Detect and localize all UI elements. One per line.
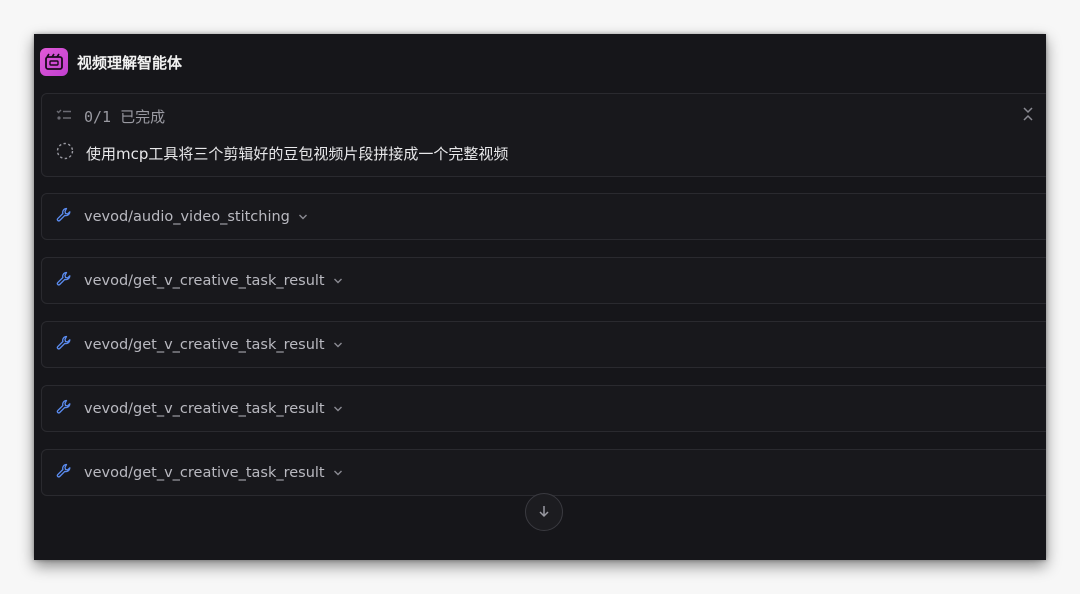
- tool-call-item[interactable]: vevod/get_v_creative_task_result: [41, 321, 1046, 368]
- tool-call-label: vevod/get_v_creative_task_result: [84, 272, 325, 289]
- task-text: 使用mcp工具将三个剪辑好的豆包视频片段拼接成一个完整视频: [86, 144, 509, 163]
- chevron-down-icon: [333, 469, 343, 477]
- wrench-icon: [56, 271, 72, 291]
- collapse-button[interactable]: [1018, 105, 1038, 125]
- collapse-icon: [1022, 106, 1034, 125]
- pending-spinner-icon: [56, 142, 74, 164]
- app-title: 视频理解智能体: [77, 53, 183, 72]
- progress-row: 0/1 已完成: [56, 106, 165, 127]
- tool-call-item[interactable]: vevod/get_v_creative_task_result: [41, 385, 1046, 432]
- tool-call-item[interactable]: vevod/audio_video_stitching: [41, 193, 1046, 240]
- agent-window: 视频理解智能体 0/1 已完成 使用mcp工具将三个剪辑好的豆包视频片段拼接成一…: [34, 34, 1046, 560]
- chevron-down-icon: [333, 341, 343, 349]
- tool-call-label: vevod/get_v_creative_task_result: [84, 336, 325, 353]
- progress-status: 0/1 已完成: [84, 108, 166, 126]
- video-agent-icon: [40, 48, 68, 76]
- task-item: 使用mcp工具将三个剪辑好的豆包视频片段拼接成一个完整视频: [56, 142, 508, 164]
- chevron-down-icon: [333, 277, 343, 285]
- wrench-icon: [56, 399, 72, 419]
- chevron-down-icon: [333, 405, 343, 413]
- header: 视频理解智能体: [40, 48, 182, 76]
- tool-call-label: vevod/get_v_creative_task_result: [84, 400, 325, 417]
- tool-call-label: vevod/audio_video_stitching: [84, 208, 290, 225]
- arrow-down-icon: [537, 503, 551, 522]
- checklist-icon: [56, 107, 72, 126]
- wrench-icon: [56, 463, 72, 483]
- tool-call-item[interactable]: vevod/get_v_creative_task_result: [41, 449, 1046, 496]
- chevron-down-icon: [298, 213, 308, 221]
- tool-call-item[interactable]: vevod/get_v_creative_task_result: [41, 257, 1046, 304]
- wrench-icon: [56, 335, 72, 355]
- task-progress-card: 0/1 已完成 使用mcp工具将三个剪辑好的豆包视频片段拼接成一个完整视频: [41, 93, 1046, 177]
- scroll-to-bottom-button[interactable]: [525, 493, 563, 531]
- tool-call-label: vevod/get_v_creative_task_result: [84, 464, 325, 481]
- wrench-icon: [56, 207, 72, 227]
